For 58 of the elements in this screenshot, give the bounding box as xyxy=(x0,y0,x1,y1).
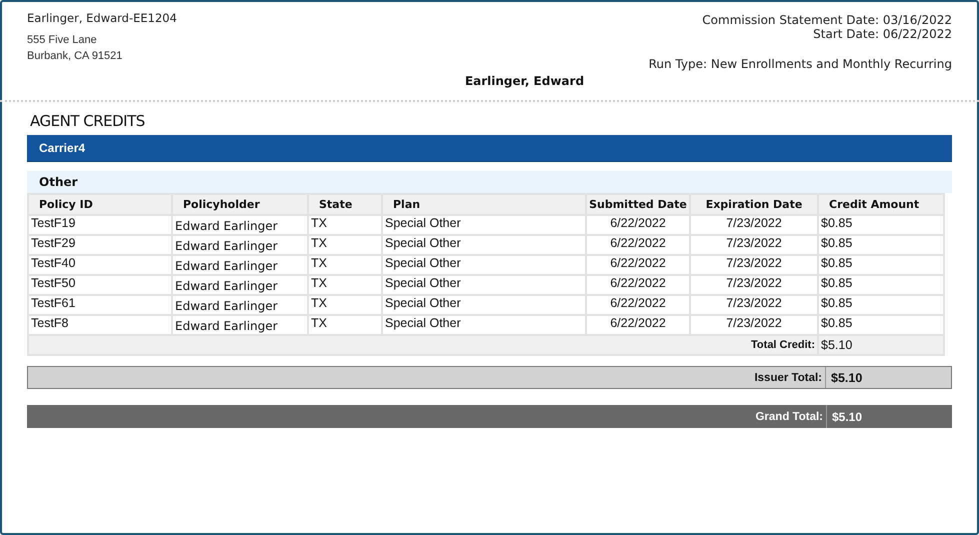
agent-title: Earlinger, Edward xyxy=(464,74,584,88)
table-cell: $0.85 xyxy=(818,215,944,235)
table-cell: TX xyxy=(308,235,382,255)
issuer-total-label: Issuer Total: xyxy=(28,367,826,388)
table-cell: 6/22/2022 xyxy=(586,235,690,255)
start-date: Start Date: 06/22/2022 xyxy=(813,27,952,41)
table-cell: TestF19 xyxy=(28,215,172,235)
table-cell: 7/23/2022 xyxy=(690,215,818,235)
table-cell: $0.85 xyxy=(818,295,944,315)
group-header: Other xyxy=(27,171,952,193)
table-cell: 7/23/2022 xyxy=(690,235,818,255)
table-cell: Edward Earlinger xyxy=(172,255,308,275)
total-label: Total Credit: xyxy=(28,335,818,355)
table-cell: TestF40 xyxy=(28,255,172,275)
table-cell: 7/23/2022 xyxy=(690,255,818,275)
section-title: AGENT CREDITS xyxy=(30,112,146,130)
address-line: 555 Five Lane xyxy=(27,33,98,48)
table-cell: TX xyxy=(308,295,382,315)
table-cell: TestF29 xyxy=(28,235,172,255)
table-cell: 6/22/2022 xyxy=(586,295,690,315)
total-value: $5.10 xyxy=(818,335,944,355)
agent-id: Earlinger, Edward-EE1204 xyxy=(27,11,177,25)
column-header: Policyholder xyxy=(172,194,308,215)
table-cell: 7/23/2022 xyxy=(690,295,818,315)
column-header: Policy ID xyxy=(28,194,172,215)
table-cell: Edward Earlinger xyxy=(172,275,308,295)
carrier-header: Carrier4 xyxy=(27,135,952,162)
table-cell: TX xyxy=(308,215,382,235)
table-cell: Special Other xyxy=(382,215,586,235)
column-header: Submitted Date xyxy=(586,194,690,215)
statement-date: Commission Statement Date: 03/16/2022 xyxy=(702,13,952,27)
table-cell: Special Other xyxy=(382,255,586,275)
column-header: State xyxy=(308,194,382,215)
column-header: Expiration Date xyxy=(690,194,818,215)
column-header: Credit Amount xyxy=(818,194,944,215)
table-cell: 6/22/2022 xyxy=(586,215,690,235)
address-line: Burbank, CA 91521 xyxy=(27,49,124,64)
table-cell: Special Other xyxy=(382,235,586,255)
grand-total-label: Grand Total: xyxy=(27,405,827,428)
issuer-total-value: $5.10 xyxy=(830,370,864,386)
table-cell: Edward Earlinger xyxy=(172,295,308,315)
table-cell: TestF61 xyxy=(28,295,172,315)
table-cell: Special Other xyxy=(382,295,586,315)
table-cell: TX xyxy=(308,255,382,275)
table-cell: $0.85 xyxy=(818,255,944,275)
table-cell: Edward Earlinger xyxy=(172,235,308,255)
table-cell: $0.85 xyxy=(818,275,944,295)
table-cell: $0.85 xyxy=(818,235,944,255)
grand-total-value: $5.10 xyxy=(831,408,864,426)
table-cell: Special Other xyxy=(382,275,586,295)
column-header: Plan xyxy=(382,194,586,215)
table-cell: Edward Earlinger xyxy=(172,215,308,235)
table-cell: 7/23/2022 xyxy=(690,275,818,295)
table-cell: 6/22/2022 xyxy=(586,275,690,295)
table-cell: 6/22/2022 xyxy=(586,255,690,275)
table-cell: TestF50 xyxy=(28,275,172,295)
table-cell: TX xyxy=(308,275,382,295)
run-type: Run Type: New Enrollments and Monthly Recurring xyxy=(648,57,952,71)
